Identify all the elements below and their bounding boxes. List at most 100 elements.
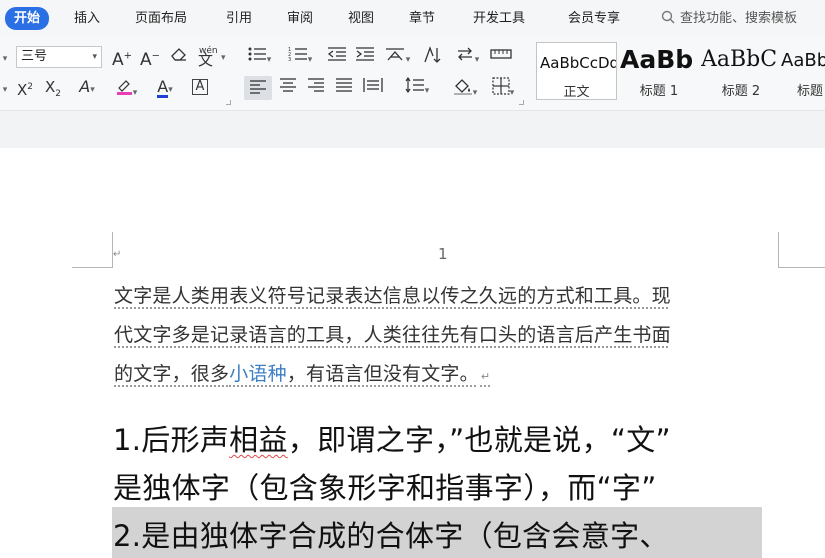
superscript-button[interactable]: X2 <box>13 77 37 99</box>
margin-mark-left-horizontal <box>72 267 112 268</box>
tab-developer[interactable]: 开发工具 <box>473 8 525 29</box>
style-normal-preview: AaBbCcDd <box>540 54 617 72</box>
shrink-font-button[interactable]: A− <box>138 46 162 70</box>
numbered-list-button[interactable]: 1 2 3 ▾ <box>285 46 315 68</box>
text-direction-button[interactable]: ▾ <box>450 46 484 68</box>
sort-button[interactable] <box>420 46 446 68</box>
numbered-list-icon: 123 <box>288 47 307 63</box>
align-right-icon <box>308 78 324 92</box>
style-heading1-preview: AaBb <box>620 45 694 74</box>
align-center-icon <box>280 78 296 92</box>
paragraph1-line2[interactable]: 代文字多是记录语言的工具，人类往往先有口头的语言后产生书面 <box>114 320 671 347</box>
tab-home[interactable]: 开始 <box>5 7 50 30</box>
underline-dropdown-arrow[interactable]: ▾ <box>0 78 10 100</box>
font-size-value: 三号 <box>21 49 48 64</box>
style-normal[interactable]: AaBbCcDd 正文 <box>536 42 617 100</box>
small-languages-link[interactable]: 小语种 <box>229 363 287 385</box>
highlight-button[interactable]: ▾ <box>110 77 142 99</box>
search-box[interactable]: 查找功能、搜索模板 <box>661 8 797 29</box>
svg-text:3: 3 <box>288 57 291 62</box>
grow-font-icon: A+ <box>111 49 133 70</box>
paragraph2-line3-selected[interactable]: 2.是由独体字合成的合体字（包含会意字、 <box>113 513 669 555</box>
border-grid-icon <box>492 77 510 95</box>
paragraph1-line3[interactable]: 的文字，很多小语种，有语言但没有文字。 ↵ <box>114 359 490 386</box>
sort-icon <box>424 46 441 63</box>
swap-arrows-icon <box>457 47 472 61</box>
increase-indent-icon <box>356 47 374 61</box>
style-title-name: 标题 <box>797 84 824 99</box>
decrease-indent-icon <box>327 47 346 61</box>
pinyin-char: 文 <box>198 51 214 69</box>
spellcheck-word[interactable]: 相益 <box>229 423 288 457</box>
bullet-list-button[interactable]: ▾ <box>245 46 273 68</box>
justify-icon <box>336 78 352 92</box>
tab-view[interactable]: 视图 <box>348 8 374 29</box>
style-title[interactable]: AaBb 标题 <box>780 42 825 100</box>
paragraph2-line1[interactable]: 1.后形声相益，即谓之字，”也就是说，“文” <box>113 417 671 459</box>
eraser-icon <box>171 48 186 61</box>
decrease-indent-button[interactable] <box>325 46 349 68</box>
tab-insert[interactable]: 插入 <box>74 8 100 29</box>
tab-chapter[interactable]: 章节 <box>409 8 435 29</box>
shrink-font-icon: A− <box>139 49 161 70</box>
tab-member[interactable]: 会员专享 <box>568 8 620 29</box>
distributed-align-button[interactable] <box>360 77 386 99</box>
line-spacing-button[interactable]: ▾ <box>398 76 434 99</box>
style-heading1-name: 标题 1 <box>639 84 679 99</box>
increase-indent-button[interactable] <box>353 46 377 68</box>
search-icon <box>661 10 675 24</box>
grow-font-button[interactable]: A+ <box>110 46 134 70</box>
text-effect-button[interactable]: A▾ <box>72 77 102 99</box>
tab-references[interactable]: 引用 <box>226 8 252 29</box>
align-left-button[interactable] <box>244 76 272 100</box>
paragraph2-line1-a: 1.后形声 <box>113 423 230 457</box>
ribbon-collapse-area <box>0 110 825 148</box>
header-paragraph-mark: ↵ <box>113 249 122 260</box>
shading-button[interactable]: ▾ <box>448 77 482 99</box>
line-spacing-icon <box>405 76 424 94</box>
chinese-layout-icon <box>385 48 404 61</box>
paint-bucket-icon <box>453 79 472 95</box>
ribbon: ▾ 三号 ▾ A+ A− wén 文 ▾ ▾ X2 X2 A▾ ▾ A▾ A ▾… <box>0 37 825 110</box>
char-border-button[interactable]: A <box>189 77 211 99</box>
paragraph2-line1-c: ，即谓之字，”也就是说，“文” <box>287 423 671 457</box>
font-group-launcher[interactable] <box>226 100 231 105</box>
pinyin-button[interactable]: wén 文 ▾ <box>195 45 229 69</box>
ruler-icon <box>490 49 512 59</box>
chinese-layout-button[interactable]: ▾ <box>381 46 413 68</box>
menu-bar: 开始 插入 页面布局 引用 审阅 视图 章节 开发工具 会员专享 查找功能、搜索… <box>0 0 825 37</box>
font-color-button[interactable]: A▾ <box>148 77 182 99</box>
align-right-button[interactable] <box>304 77 328 99</box>
paragraph1-line3-before: 的文字，很多 <box>114 363 230 385</box>
search-label: 查找功能、搜索模板 <box>680 11 798 26</box>
paragraph-group-launcher[interactable] <box>519 100 524 105</box>
style-gallery: AaBbCcDd 正文 AaBb 标题 1 AaBbC 标题 2 AaBb 标题 <box>535 42 825 104</box>
margin-mark-right-horizontal <box>778 267 825 268</box>
table-tool-button[interactable] <box>488 46 514 68</box>
document-page[interactable]: ↵ 1 文字是人类用表义符号记录表达信息以传之久远的方式和工具。现 代文字多是记… <box>0 148 825 558</box>
style-heading2[interactable]: AaBbC 标题 2 <box>701 42 781 100</box>
bullet-list-icon <box>248 47 266 61</box>
clear-format-button[interactable] <box>168 46 190 68</box>
chevron-down-icon: ▾ <box>92 52 97 62</box>
highlighter-icon <box>116 80 132 95</box>
font-name-dropdown-arrow[interactable]: ▾ <box>0 47 10 69</box>
style-heading1[interactable]: AaBb 标题 1 <box>619 42 699 100</box>
subscript-button[interactable]: X2 <box>41 77 65 99</box>
justify-button[interactable] <box>332 77 356 99</box>
paragraph1-line3-after: ，有语言但没有文字。 <box>286 363 479 385</box>
font-color-icon: A <box>157 77 169 98</box>
style-heading2-preview: AaBbC <box>701 47 778 72</box>
paragraph1-line1[interactable]: 文字是人类用表义符号记录表达信息以传之久远的方式和工具。现 <box>114 281 671 308</box>
page-number: 1 <box>438 245 448 263</box>
font-size-select[interactable]: 三号 ▾ <box>16 46 102 68</box>
align-center-button[interactable] <box>276 77 300 99</box>
style-title-preview: AaBb <box>781 50 825 71</box>
margin-mark-right-vertical <box>778 232 779 268</box>
tab-page-layout[interactable]: 页面布局 <box>135 8 187 29</box>
style-normal-name: 正文 <box>563 85 590 100</box>
tab-review[interactable]: 审阅 <box>287 8 313 29</box>
paragraph2-line2[interactable]: 是独体字（包含象形字和指事字），而“字” <box>113 465 657 507</box>
borders-button[interactable]: ▾ <box>486 77 520 99</box>
char-border-icon: A <box>192 79 208 95</box>
